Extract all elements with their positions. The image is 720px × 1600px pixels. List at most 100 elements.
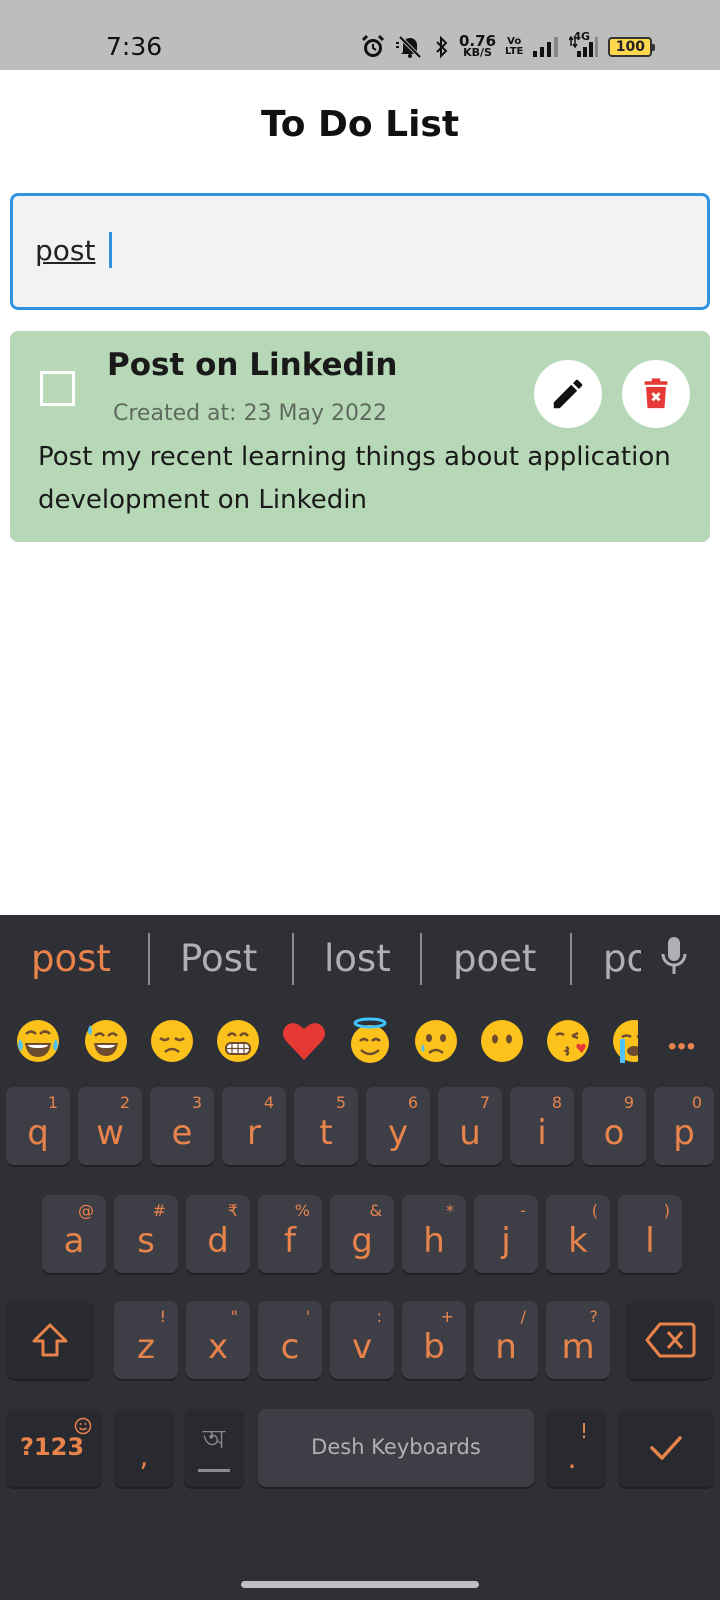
key-q[interactable]: 1q <box>6 1087 70 1165</box>
language-key[interactable]: অ <box>184 1409 244 1487</box>
key-hint: * <box>446 1201 454 1220</box>
key-c[interactable]: ' c <box>258 1301 322 1379</box>
todo-item[interactable]: Post on Linkedin Created at: 23 May 2022… <box>10 331 710 542</box>
key-hint: & <box>369 1201 382 1220</box>
key-label: q <box>27 1113 49 1153</box>
todo-checkbox[interactable] <box>40 371 75 406</box>
emoji-sweat-smile-icon[interactable] <box>82 1017 130 1065</box>
search-input-value[interactable]: post <box>35 234 95 267</box>
key-hint: @ <box>78 1201 94 1220</box>
key-label: s <box>137 1221 155 1261</box>
key-n[interactable]: / n <box>474 1301 538 1379</box>
key-z[interactable]: ! z <box>114 1301 178 1379</box>
signal-4g-icon: 4G <box>569 30 599 58</box>
key-o[interactable]: 9o <box>582 1087 646 1165</box>
key-y[interactable]: 6y <box>366 1087 430 1165</box>
text-caret <box>109 232 112 268</box>
key-j[interactable]: -j <box>474 1195 538 1273</box>
key-hint: 2 <box>119 1093 130 1112</box>
key-hint: + <box>440 1307 454 1326</box>
period-key[interactable]: ! . <box>546 1409 606 1487</box>
key-label: m <box>561 1327 595 1367</box>
bluetooth-icon <box>434 35 450 59</box>
key-hint: ) <box>663 1201 670 1220</box>
key-hint: 6 <box>407 1093 418 1112</box>
key-t[interactable]: 5t <box>294 1087 358 1165</box>
key-label: v <box>351 1327 373 1367</box>
suggestion-1[interactable]: post <box>31 937 111 980</box>
key-label: l <box>645 1221 655 1261</box>
key-label: o <box>603 1113 625 1153</box>
emoji-disappointed-icon[interactable] <box>148 1017 196 1065</box>
emoji-sob-icon[interactable] <box>610 1017 638 1065</box>
key-h[interactable]: * h <box>402 1195 466 1273</box>
suggestion-5[interactable]: po <box>603 937 641 980</box>
emoji-grin-icon[interactable] <box>214 1017 262 1065</box>
key-i[interactable]: 8i <box>510 1087 574 1165</box>
shift-key[interactable] <box>6 1301 94 1379</box>
key-f[interactable]: % f <box>258 1195 322 1273</box>
suggestion-3[interactable]: lost <box>324 937 391 980</box>
emoji-joy-icon[interactable] <box>14 1017 62 1065</box>
key-label: c <box>280 1327 300 1367</box>
key-r[interactable]: 4r <box>222 1087 286 1165</box>
key-hint: ! <box>579 1419 588 1443</box>
key-label: t <box>319 1113 333 1153</box>
more-emoji-button[interactable]: ••• <box>668 1033 696 1061</box>
emoji-innocent-icon[interactable] <box>346 1017 394 1065</box>
key-a[interactable]: @ a <box>42 1195 106 1273</box>
key-m[interactable]: ? m <box>546 1301 610 1379</box>
key-hint: 1 <box>47 1093 58 1112</box>
page-title: To Do List <box>260 104 460 145</box>
gesture-nav-bar[interactable] <box>241 1581 479 1588</box>
suggestion-2[interactable]: Post <box>180 937 257 980</box>
symbols-key[interactable]: ?123 <box>6 1409 102 1487</box>
shift-icon <box>32 1323 68 1357</box>
delete-button[interactable] <box>622 360 690 428</box>
key-u[interactable]: 7u <box>438 1087 502 1165</box>
key-w[interactable]: 2w <box>78 1087 142 1165</box>
emoji-sob-wrapper <box>610 1017 638 1065</box>
emoji-cry-icon[interactable] <box>412 1017 460 1065</box>
comma-key[interactable]: , <box>114 1409 174 1487</box>
key-hint: 4 <box>263 1093 274 1112</box>
key-e[interactable]: 3e <box>150 1087 214 1165</box>
key-label: , <box>139 1440 149 1473</box>
microphone-icon[interactable] <box>659 935 689 982</box>
language-glyph: অ <box>202 1425 226 1455</box>
key-hint: 7 <box>479 1093 490 1112</box>
suggestion-bar: post Post lost poet po <box>0 915 720 1007</box>
key-hint: ( <box>591 1201 598 1220</box>
suggestion-divider <box>570 933 572 985</box>
trash-icon <box>644 378 668 409</box>
space-key[interactable]: Desh Keyboards <box>258 1409 534 1487</box>
key-label: . <box>567 1442 577 1475</box>
volte-indicator: Vo LTE <box>505 36 524 57</box>
symbols-label: ?123 <box>20 1433 85 1461</box>
edit-button[interactable] <box>534 360 602 428</box>
key-x[interactable]: " x <box>186 1301 250 1379</box>
key-label: w <box>96 1113 124 1153</box>
key-hint: ? <box>589 1307 599 1326</box>
key-label: k <box>568 1221 588 1261</box>
key-k[interactable]: (k <box>546 1195 610 1273</box>
key-b[interactable]: + b <box>402 1301 466 1379</box>
key-g[interactable]: & g <box>330 1195 394 1273</box>
key-label: a <box>63 1221 85 1261</box>
key-label: z <box>137 1327 155 1367</box>
emoji-heart-icon[interactable] <box>280 1017 328 1065</box>
key-v[interactable]: :v <box>330 1301 394 1379</box>
enter-key[interactable] <box>618 1409 714 1487</box>
search-input[interactable]: post <box>10 193 710 310</box>
key-hint: 8 <box>551 1093 562 1112</box>
key-label: b <box>423 1327 445 1367</box>
emoji-kissing-heart-icon[interactable] <box>544 1017 592 1065</box>
backspace-key[interactable] <box>626 1301 714 1379</box>
key-l[interactable]: ) l <box>618 1195 682 1273</box>
key-p[interactable]: 0p <box>654 1087 714 1165</box>
key-s[interactable]: # s <box>114 1195 178 1273</box>
suggestion-4[interactable]: poet <box>453 937 536 980</box>
key-label: g <box>351 1221 373 1261</box>
key-d[interactable]: ₹ d <box>186 1195 250 1273</box>
emoji-no-mouth-icon[interactable] <box>478 1017 526 1065</box>
